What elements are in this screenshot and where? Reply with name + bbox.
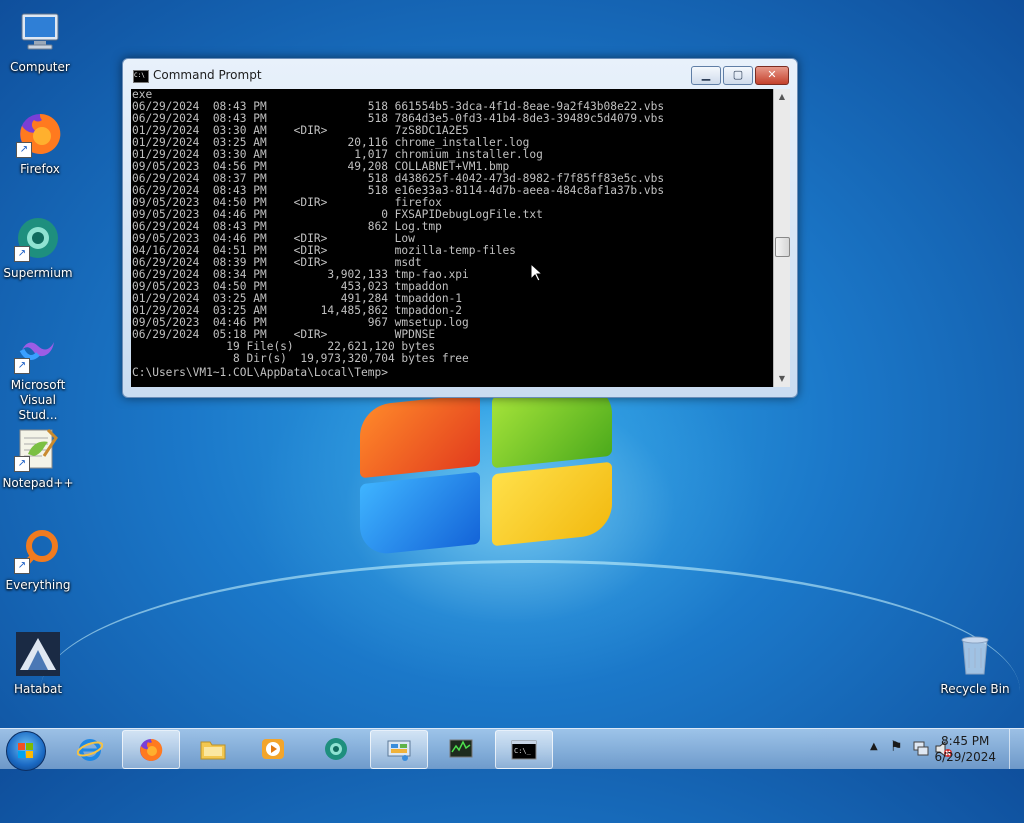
console-text: exe 06/29/2024 08:43 PM 518 661554b5-3dc… — [132, 89, 665, 365]
system-tray: ▲ ⚑ 8:45 PM 6/29/2024 — [824, 729, 1024, 769]
taskbar-item-control-panel[interactable] — [370, 730, 428, 769]
windows-flag-icon — [18, 743, 34, 759]
desktop-icon-hatabat[interactable]: Hatabat — [0, 630, 76, 697]
visual-studio-icon: ↗ — [14, 326, 62, 374]
computer-icon — [16, 8, 64, 56]
minimize-button[interactable]: ▁ — [691, 66, 721, 85]
desktop-icon-everything[interactable]: ↗ Everything — [0, 526, 76, 593]
command-prompt-icon: C:\_ — [511, 740, 537, 760]
supermium-icon: ↗ — [14, 214, 62, 262]
action-center-flag-icon[interactable]: ⚑ — [890, 739, 903, 755]
control-panel-icon — [387, 740, 411, 761]
desktop-icon-recycle-bin[interactable]: Recycle Bin — [937, 630, 1013, 697]
notepadpp-icon: ↗ — [14, 424, 62, 472]
show-desktop-button[interactable] — [1009, 729, 1024, 769]
scroll-up-icon[interactable]: ▲ — [774, 89, 790, 105]
recycle-bin-icon — [951, 630, 999, 678]
desktop-icon-computer[interactable]: Computer — [2, 8, 78, 75]
desktop-icon-visual-studio[interactable]: ↗ Microsoft Visual Stud... — [0, 326, 76, 423]
taskbar-item-task-manager[interactable] — [433, 730, 489, 767]
clock[interactable]: 8:45 PM 6/29/2024 — [934, 733, 996, 765]
window-titlebar[interactable]: C:\ Command Prompt ▁ ▢ ✕ — [123, 59, 797, 89]
vertical-scrollbar[interactable]: ▲ ▼ — [773, 89, 790, 387]
hatabat-icon — [14, 630, 62, 678]
taskbar-item-firefox[interactable] — [122, 730, 180, 769]
firefox-icon: ↗ — [16, 110, 64, 158]
maximize-button[interactable]: ▢ — [723, 66, 753, 85]
desktop-icon-supermium[interactable]: ↗ Supermium — [0, 214, 76, 281]
taskbar-item-ie[interactable] — [62, 730, 118, 767]
taskbar-item-command-prompt[interactable]: C:\_ — [495, 730, 553, 769]
supermium-icon — [325, 738, 347, 760]
command-prompt-window[interactable]: C:\ Command Prompt ▁ ▢ ✕ exe 06/29/2024 … — [122, 58, 798, 398]
firefox-icon — [140, 738, 163, 761]
desktop-icon-notepadpp[interactable]: ↗ Notepad++ — [0, 424, 76, 491]
svg-text:C:\_: C:\_ — [514, 747, 532, 755]
taskbar-item-media-player[interactable] — [245, 730, 301, 767]
mouse-cursor-icon — [530, 263, 542, 282]
clock-time: 8:45 PM — [941, 734, 990, 748]
command-prompt-icon: C:\ — [133, 70, 149, 83]
scroll-down-icon[interactable]: ▼ — [774, 371, 790, 387]
show-hidden-icons-icon[interactable]: ▲ — [870, 741, 878, 752]
windows-logo-wallpaper — [360, 383, 640, 557]
wallpaper-swoosh — [40, 560, 1020, 823]
window-title: Command Prompt — [153, 68, 262, 82]
task-manager-icon — [449, 739, 473, 758]
taskbar-item-supermium[interactable] — [308, 730, 364, 767]
start-button[interactable] — [6, 731, 46, 771]
clock-date: 6/29/2024 — [934, 750, 996, 764]
media-player-icon — [262, 739, 284, 759]
taskbar: C:\_ ▲ ⚑ 8:45 PM 6/29/2024 — [0, 728, 1024, 771]
close-button[interactable]: ✕ — [755, 66, 789, 85]
desktop-icon-firefox[interactable]: ↗ Firefox — [2, 110, 78, 177]
everything-icon: ↗ — [14, 526, 62, 574]
taskbar-item-explorer[interactable] — [185, 730, 241, 767]
network-icon[interactable] — [912, 740, 930, 758]
internet-explorer-icon — [77, 739, 103, 761]
console-prompt[interactable]: C:\Users\VM1~1.COL\AppData\Local\Temp> — [132, 367, 388, 379]
console-output[interactable]: exe 06/29/2024 08:43 PM 518 661554b5-3dc… — [131, 89, 773, 387]
folder-icon — [200, 741, 226, 760]
scrollbar-thumb[interactable] — [775, 237, 790, 257]
